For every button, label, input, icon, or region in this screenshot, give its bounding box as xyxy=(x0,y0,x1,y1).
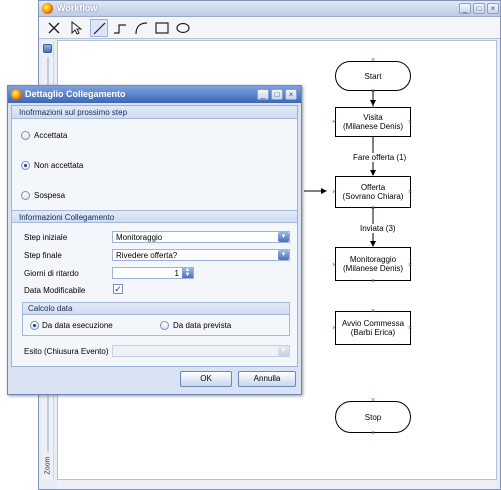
edge-label-fare-offerta[interactable]: Fare offerta (1) xyxy=(353,153,407,162)
dialog-minimize-button[interactable]: _ xyxy=(257,89,269,100)
port-marker: × xyxy=(408,189,413,196)
giorni-ritardo-value: 1 xyxy=(174,269,179,278)
chevron-down-icon[interactable]: ▾ xyxy=(278,346,289,356)
node-avvio-commessa[interactable]: Avvio Commessa (Barbi Erica) xyxy=(335,311,411,345)
horizontal-scrollbar[interactable] xyxy=(57,481,497,489)
radio-sospesa-label[interactable]: Sospesa xyxy=(34,191,65,200)
node-offerta[interactable]: Offerta (Sovrano Chiara) xyxy=(335,176,411,208)
data-modificabile-label: Data Modificabile xyxy=(24,286,86,295)
section-next-step-title: Inofrmazioni sul prossimo step xyxy=(12,106,297,119)
dialog-app-icon xyxy=(11,89,22,100)
dettaglio-collegamento-dialog: Dettaglio Collegamento _ □ × Inofrmazion… xyxy=(7,85,302,395)
spinner-arrows-icon[interactable]: ▲ ▼ xyxy=(182,267,193,278)
radio-non-accettata-label[interactable]: Non accettata xyxy=(34,161,83,170)
dialog-close-button[interactable]: × xyxy=(285,89,297,100)
step-iniziale-value: Monitoraggio xyxy=(116,233,163,242)
giorni-ritardo-label: Giorni di ritardo xyxy=(24,269,79,278)
radio-sospesa[interactable] xyxy=(21,191,30,200)
calcolo-data-title: Calcolo data xyxy=(23,303,289,315)
port-marker: × xyxy=(408,262,413,269)
port-marker: × xyxy=(332,189,337,196)
calcolo-data-group: Calcolo data Da data esecuzione Da data … xyxy=(22,302,290,336)
port-marker: × xyxy=(371,88,376,95)
port-marker: × xyxy=(371,308,376,315)
line-tool-icon[interactable] xyxy=(90,19,108,37)
zoom-slider-thumb[interactable] xyxy=(43,44,52,53)
node-stop-label: Stop xyxy=(364,412,382,422)
workflow-titlebar[interactable]: Workflow _ □ × xyxy=(39,1,500,17)
step-iniziale-label: Step iniziale xyxy=(24,233,68,242)
giorni-ritardo-spinner[interactable]: 1 ▲ ▼ xyxy=(112,267,194,279)
radio-accettata-label[interactable]: Accettata xyxy=(34,131,67,140)
radio-da-data-prevista[interactable] xyxy=(160,321,169,330)
annulla-button[interactable]: Annulla xyxy=(238,371,296,387)
rectangle-tool-icon[interactable] xyxy=(153,19,171,37)
port-marker: × xyxy=(408,325,413,332)
step-finale-select[interactable]: Rivedere offerta? ▾ xyxy=(112,249,290,261)
chevron-down-icon[interactable]: ▾ xyxy=(278,232,289,242)
app-icon xyxy=(42,3,53,14)
port-marker: × xyxy=(408,119,413,126)
step-line-tool-icon[interactable] xyxy=(111,19,129,37)
dialog-titlebar[interactable]: Dettaglio Collegamento _ □ × xyxy=(8,86,301,103)
workflow-title: Workflow xyxy=(57,3,98,13)
dialog-title: Dettaglio Collegamento xyxy=(25,89,126,99)
node-offerta-label: Offerta (Sovrano Chiara) xyxy=(342,183,404,201)
toolbar xyxy=(39,17,500,39)
esito-select[interactable]: ▾ xyxy=(112,345,290,357)
port-marker: × xyxy=(371,104,376,111)
node-monitoraggio-label: Monitoraggio (Milanese Denis) xyxy=(342,255,404,273)
radio-da-data-prevista-label[interactable]: Da data prevista xyxy=(173,321,231,330)
ellipse-tool-icon[interactable] xyxy=(174,19,192,37)
port-marker: × xyxy=(332,325,337,332)
section-collegamento-title: Informazioni Collegamento xyxy=(12,210,297,223)
dialog-body: Inofrmazioni sul prossimo step Accettata… xyxy=(11,105,298,367)
delete-tool-icon[interactable] xyxy=(45,19,63,37)
port-marker: × xyxy=(332,262,337,269)
port-marker: × xyxy=(371,397,376,404)
edge-label-inviata[interactable]: Inviata (3) xyxy=(360,224,396,233)
step-iniziale-select[interactable]: Monitoraggio ▾ xyxy=(112,231,290,243)
node-visita-label: Visita (Milanese Denis) xyxy=(342,113,404,131)
esito-label: Esito (Chiusura Evento) xyxy=(24,347,109,356)
node-stop[interactable]: Stop xyxy=(335,401,411,433)
chevron-down-icon[interactable]: ▾ xyxy=(278,250,289,260)
port-marker: × xyxy=(371,57,376,64)
radio-da-data-esecuzione[interactable] xyxy=(30,321,39,330)
zoom-label: Zoom xyxy=(44,456,52,475)
node-start[interactable]: Start xyxy=(335,61,411,91)
dialog-maximize-button[interactable]: □ xyxy=(271,89,283,100)
minimize-button[interactable]: _ xyxy=(459,3,471,14)
radio-accettata[interactable] xyxy=(21,131,30,140)
node-start-label: Start xyxy=(364,71,382,81)
port-marker: × xyxy=(371,278,376,285)
step-finale-value: Rivedere offerta? xyxy=(116,251,178,260)
arc-tool-icon[interactable] xyxy=(132,19,150,37)
ok-button[interactable]: OK xyxy=(180,371,232,387)
radio-da-data-esecuzione-label[interactable]: Da data esecuzione xyxy=(42,321,113,330)
node-visita[interactable]: Visita (Milanese Denis) xyxy=(335,107,411,137)
data-modificabile-checkbox[interactable]: ✓ xyxy=(113,284,123,294)
step-finale-label: Step finale xyxy=(24,251,62,260)
maximize-button[interactable]: □ xyxy=(473,3,485,14)
pointer-tool-icon[interactable] xyxy=(67,19,85,37)
node-monitoraggio[interactable]: Monitoraggio (Milanese Denis) xyxy=(335,247,411,281)
port-marker: × xyxy=(371,205,376,212)
port-marker: × xyxy=(371,430,376,437)
radio-non-accettata[interactable] xyxy=(21,161,30,170)
node-avvio-label: Avvio Commessa (Barbi Erica) xyxy=(341,319,405,337)
port-marker: × xyxy=(332,119,337,126)
close-button[interactable]: × xyxy=(487,3,499,14)
